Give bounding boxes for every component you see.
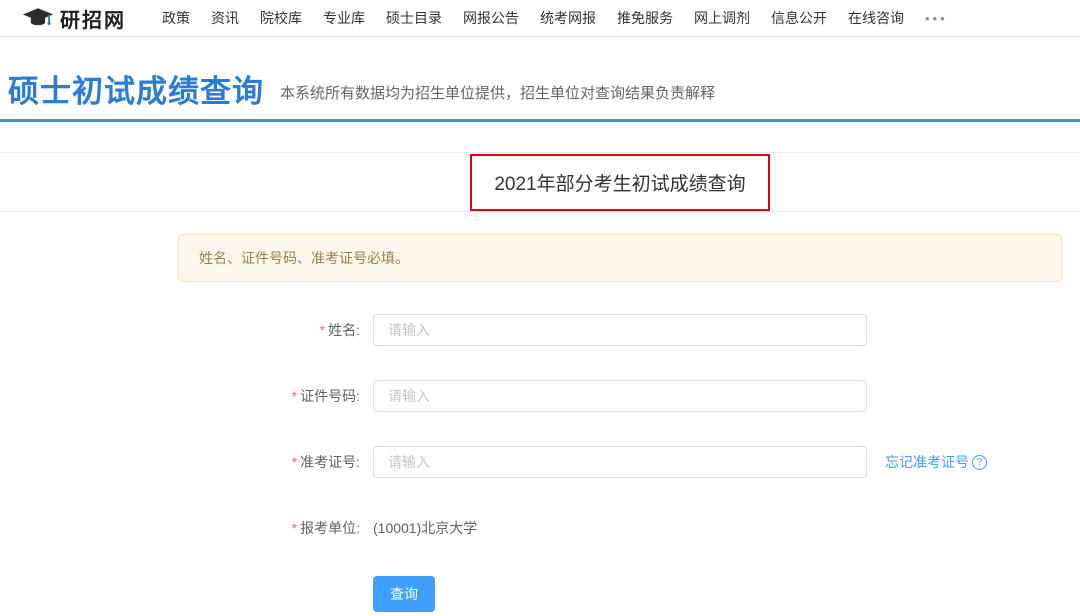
top-nav: 研招网 政策 资讯 院校库 专业库 硕士目录 网报公告 统考网报 推免服务 网上…	[0, 0, 1080, 37]
panel-body: 姓名、证件号码、准考证号必填。 *姓名: *证件号码: *准考证号: 忘记准考证…	[0, 234, 1080, 610]
id-number-label: *证件号码:	[160, 386, 360, 406]
nav-item-college-library[interactable]: 院校库	[260, 8, 302, 28]
ticket-number-input[interactable]	[373, 446, 867, 478]
panel-header: 2021年部分考生初试成绩查询	[0, 153, 1080, 212]
required-fields-alert: 姓名、证件号码、准考证号必填。	[178, 234, 1062, 282]
panel-heading: 2021年部分考生初试成绩查询	[494, 169, 745, 196]
nav-item-major-library[interactable]: 专业库	[323, 8, 365, 28]
nav-item-info-disclosure[interactable]: 信息公开	[771, 8, 827, 28]
blue-divider	[0, 119, 1080, 122]
nav-item-online-adjustment[interactable]: 网上调剂	[694, 8, 750, 28]
page-header: 硕士初试成绩查询 本系统所有数据均为招生单位提供，招生单位对查询结果负责解释	[0, 37, 1080, 119]
ticket-number-label: *准考证号:	[160, 452, 360, 472]
required-asterisk: *	[320, 322, 325, 338]
forgot-ticket-link[interactable]: 忘记准考证号?	[885, 452, 987, 472]
name-label: *姓名:	[160, 320, 360, 340]
form-row-ticket-number: *准考证号: 忘记准考证号?	[160, 446, 1080, 478]
name-input[interactable]	[373, 314, 867, 346]
nav-menu: 政策 资讯 院校库 专业库 硕士目录 网报公告 统考网报 推免服务 网上调剂 信…	[162, 8, 948, 28]
graduation-cap-icon	[22, 6, 54, 30]
required-asterisk: *	[292, 520, 297, 536]
page-subtitle: 本系统所有数据均为招生单位提供，招生单位对查询结果负责解释	[280, 82, 715, 103]
form-row-id-number: *证件号码:	[160, 380, 1080, 412]
target-unit-label: *报考单位:	[160, 518, 360, 538]
form-row-name: *姓名:	[160, 314, 1080, 346]
required-asterisk: *	[292, 454, 297, 470]
nav-item-news[interactable]: 资讯	[211, 8, 239, 28]
nav-item-exempt-service[interactable]: 推免服务	[617, 8, 673, 28]
page-title: 硕士初试成绩查询	[8, 76, 264, 107]
nav-item-online-announcement[interactable]: 网报公告	[463, 8, 519, 28]
form-row-target-unit: *报考单位: (10001)北京大学	[160, 512, 1080, 544]
target-unit-value: (10001)北京大学	[373, 518, 477, 538]
nav-item-unified-exam[interactable]: 统考网报	[540, 8, 596, 28]
required-asterisk: *	[292, 388, 297, 404]
query-panel: 2021年部分考生初试成绩查询 姓名、证件号码、准考证号必填。 *姓名: *证件…	[0, 152, 1080, 610]
nav-more-dots[interactable]: •••	[925, 11, 948, 26]
query-form: *姓名: *证件号码: *准考证号: 忘记准考证号? *报考单位: (10001…	[160, 314, 1080, 610]
form-row-submit: 查询	[160, 578, 1080, 610]
query-button[interactable]: 查询	[373, 576, 435, 612]
nav-item-policy[interactable]: 政策	[162, 8, 190, 28]
logo-text: 研招网	[60, 4, 126, 33]
nav-item-master-catalog[interactable]: 硕士目录	[386, 8, 442, 28]
nav-item-online-consult[interactable]: 在线咨询	[848, 8, 904, 28]
question-circle-icon: ?	[972, 455, 987, 470]
site-logo[interactable]: 研招网	[22, 4, 126, 33]
id-number-input[interactable]	[373, 380, 867, 412]
